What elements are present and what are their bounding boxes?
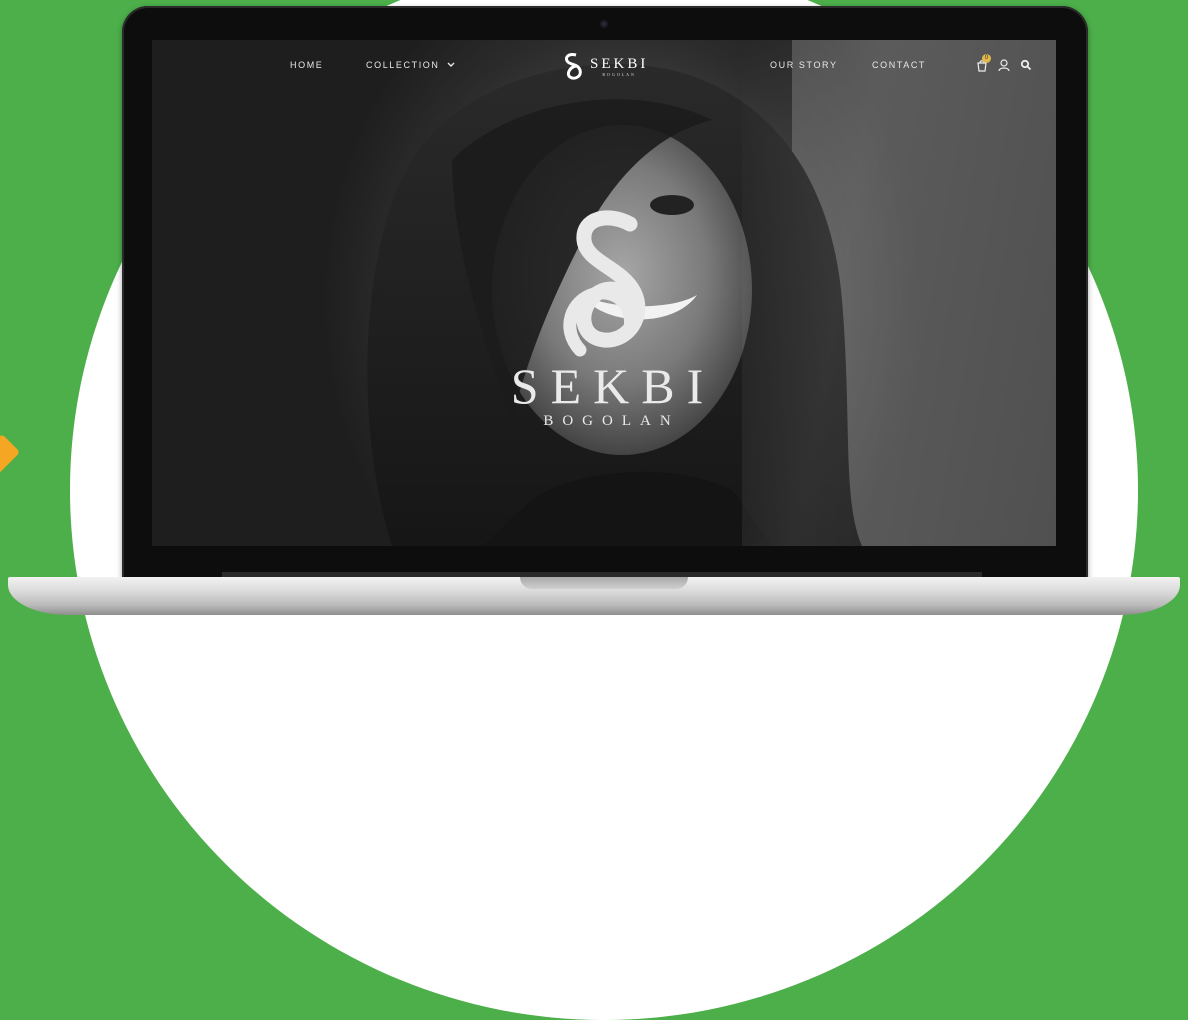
screen-glare [742, 40, 1056, 546]
chevron-down-icon [447, 62, 455, 67]
website-screen: HOME COLLECTION SEKBI BOGOLAN OUR STORY … [152, 40, 1056, 546]
nav-brand-name: SEKBI [590, 55, 649, 72]
camera-icon [600, 20, 608, 28]
nav-contact-link[interactable]: CONTACT [872, 60, 926, 70]
laptop-notch [520, 577, 688, 589]
sekbi-logo-mark [564, 53, 582, 80]
hero-brand-logo: SEKBI BOGOLAN [492, 210, 722, 450]
sekbi-hero-logo-mark [563, 210, 646, 357]
nav-brand-sub: BOGOLAN [602, 71, 636, 77]
hero-brand-name: SEKBI [510, 358, 716, 414]
search-icon[interactable] [1019, 58, 1033, 72]
nav-brand-logo[interactable]: SEKBI BOGOLAN [560, 51, 648, 83]
user-icon[interactable] [997, 58, 1011, 72]
nav-collection-label: COLLECTION [366, 60, 440, 70]
nav-home-link[interactable]: HOME [290, 60, 323, 70]
nav-collection-link[interactable]: COLLECTION [366, 60, 455, 70]
hero-brand-sub: BOGOLAN [543, 413, 680, 429]
cart-count-badge: 0 [982, 54, 991, 63]
site-navigation: HOME COLLECTION SEKBI BOGOLAN OUR STORY … [152, 40, 1056, 94]
decorative-shape [0, 433, 21, 477]
nav-our-story-link[interactable]: OUR STORY [770, 60, 838, 70]
